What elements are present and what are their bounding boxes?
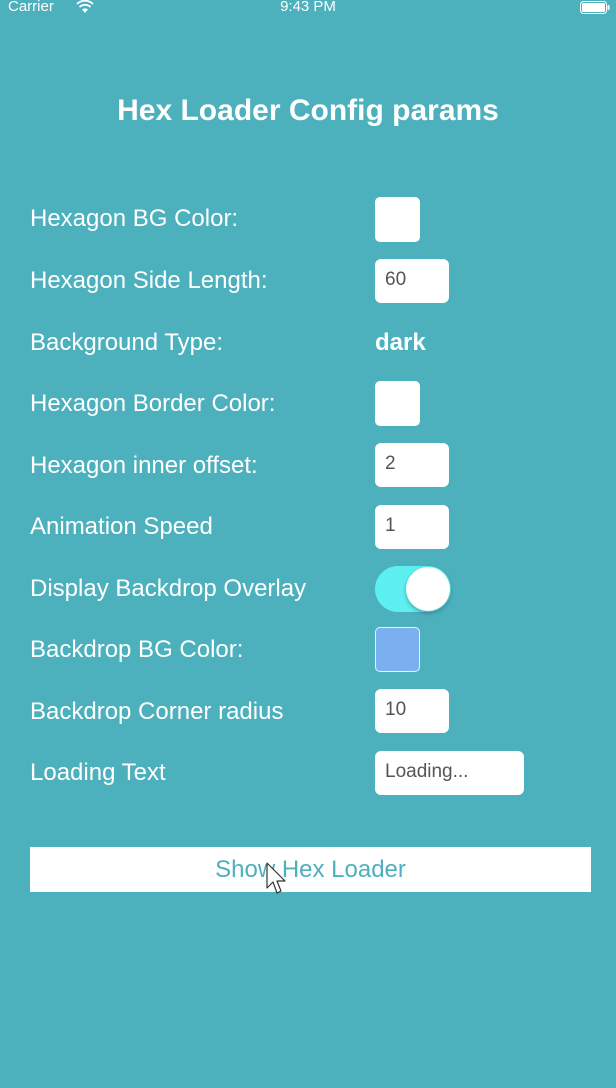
hexagon-side-length-input[interactable]: 60 bbox=[375, 259, 449, 303]
hexagon-inner-offset-input[interactable]: 2 bbox=[375, 443, 449, 487]
toggle-knob[interactable] bbox=[406, 567, 450, 611]
page-title: Hex Loader Config params bbox=[117, 94, 499, 127]
hexagon-bg-color-swatch[interactable] bbox=[375, 197, 420, 242]
loading-text-label: Loading Text bbox=[30, 759, 166, 786]
hexagon-side-length-label: Hexagon Side Length: bbox=[30, 267, 268, 294]
backdrop-bg-color-label: Backdrop BG Color: bbox=[30, 636, 244, 663]
show-hex-loader-button[interactable]: Show Hex Loader bbox=[30, 847, 591, 892]
hexagon-border-color-label: Hexagon Border Color: bbox=[30, 390, 276, 417]
backdrop-corner-radius-input[interactable]: 10 bbox=[375, 689, 449, 733]
hexagon-inner-offset-label: Hexagon inner offset: bbox=[30, 452, 258, 479]
animation-speed-label: Animation Speed bbox=[30, 513, 213, 540]
background-type-value[interactable]: dark bbox=[375, 329, 426, 357]
mouse-pointer-icon bbox=[266, 862, 286, 894]
status-time: 9:43 PM bbox=[280, 0, 336, 15]
hexagon-border-color-swatch[interactable] bbox=[375, 381, 420, 426]
hexagon-bg-color-label: Hexagon BG Color: bbox=[30, 205, 239, 232]
background-type-label: Background Type: bbox=[30, 329, 224, 356]
status-bar: Carrier 9:43 PM bbox=[0, 0, 616, 18]
backdrop-bg-color-swatch[interactable] bbox=[375, 627, 420, 672]
battery-icon bbox=[580, 1, 610, 14]
display-backdrop-overlay-toggle[interactable] bbox=[375, 566, 451, 612]
backdrop-corner-radius-label: Backdrop Corner radius bbox=[30, 698, 284, 725]
animation-speed-input[interactable]: 1 bbox=[375, 505, 449, 549]
display-backdrop-overlay-label: Display Backdrop Overlay bbox=[30, 575, 307, 602]
loading-text-input[interactable]: Loading... bbox=[375, 751, 524, 795]
